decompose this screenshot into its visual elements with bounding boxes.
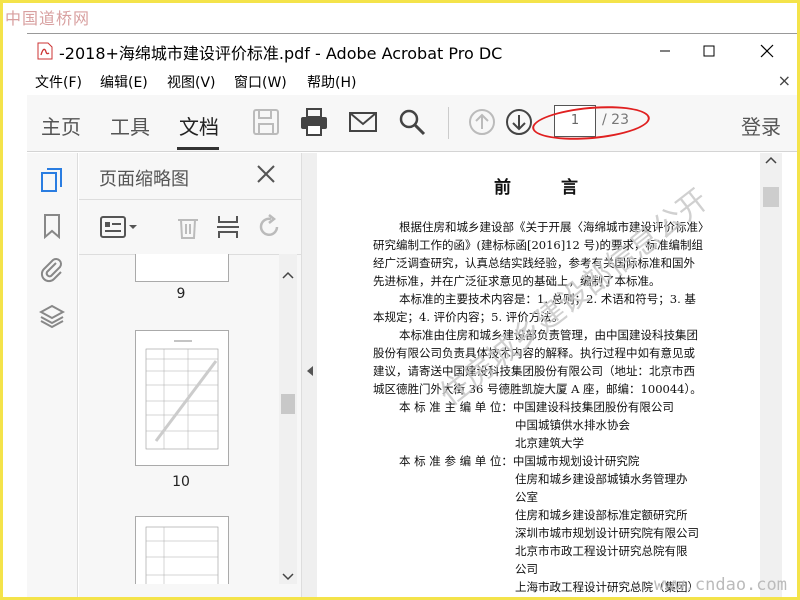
maximize-button[interactable] xyxy=(687,36,731,66)
thumbnail-list: 9 10 xyxy=(79,254,279,584)
menu-file[interactable]: 文件(F) xyxy=(35,72,82,92)
text-line: 住房和城乡建设部城镇水务管理办 xyxy=(515,472,688,486)
text-line: 本 标 准 主 编 单 位：中国建设科技集团股份有限公司 xyxy=(399,400,674,414)
text-line: 城区德胜门外大街 36 号德胜凯旋大厦 A 座，邮编：100044）。 xyxy=(373,382,702,396)
text-line: 先进标准，并在广泛征求意见的基础上，编制了本标准。 xyxy=(373,274,661,288)
text-line: 研究编制工作的函》(建标标函[2016]12 号)的要求，标准编制组 xyxy=(373,238,703,252)
page-thumbnail-10[interactable] xyxy=(135,330,229,466)
text-line: 根据住房和城乡建设部《关于开展〈海绵城市建设评价标准〉 xyxy=(399,220,710,234)
menu-view[interactable]: 视图(V) xyxy=(167,72,216,92)
document-view[interactable]: 前 言 根据住房和城乡建设部《关于开展〈海绵城市建设评价标准〉 研究编制工作的函… xyxy=(317,153,760,597)
attachments-icon[interactable] xyxy=(39,257,65,283)
text-line: 本规定；4. 评价内容；5. 评价方法。 xyxy=(373,310,564,324)
text-line: 北京建筑大学 xyxy=(515,436,584,450)
page-thumbnails-icon[interactable] xyxy=(39,167,65,193)
toolbar: 主页 工具 文档 1 / 23 登录 xyxy=(27,95,797,152)
scroll-up-icon[interactable] xyxy=(279,268,297,282)
rotate-page-icon[interactable] xyxy=(257,214,283,240)
insert-page-icon[interactable] xyxy=(215,214,241,240)
toolbar-divider xyxy=(448,107,449,139)
minimize-button[interactable] xyxy=(643,36,687,66)
text-line: 公司 xyxy=(515,562,538,576)
text-line: 住房和城乡建设部标准定额研究所 xyxy=(515,508,688,522)
bookmarks-icon[interactable] xyxy=(39,213,65,239)
tab-tools[interactable]: 工具 xyxy=(110,111,150,140)
panel-title: 页面缩略图 xyxy=(99,169,189,190)
close-window-button[interactable] xyxy=(745,36,789,66)
document-heading: 前 言 xyxy=(494,178,600,198)
active-tab-indicator xyxy=(177,147,219,150)
panel-toolbar xyxy=(79,199,301,255)
window-title: -2018+海绵城市建设评价标准.pdf - Adobe Acrobat Pro… xyxy=(59,44,503,63)
text-line: 建议，请寄送中国建设科技集团股份有限公司（地址：北京市西 xyxy=(373,364,695,378)
tab-document[interactable]: 文档 xyxy=(179,111,219,140)
previous-page-icon[interactable] xyxy=(467,107,497,137)
thumbnail-scroll-thumb[interactable] xyxy=(281,394,295,414)
email-icon[interactable] xyxy=(348,107,378,137)
site-watermark: 中国道桥网 xyxy=(5,9,91,28)
text-line: 本标准的主要技术内容是：1. 总则；2. 术语和符号；3. 基 xyxy=(399,292,696,306)
document-page: 前 言 根据住房和城乡建设部《关于开展〈海绵城市建设评价标准〉 研究编制工作的函… xyxy=(347,153,760,597)
thumbnail-content xyxy=(145,340,219,450)
panel-collapse-bar[interactable] xyxy=(301,153,318,597)
scroll-down-icon[interactable] xyxy=(279,570,297,584)
maximize-icon xyxy=(703,45,715,57)
text-line: 本标准由住房和城乡建设部负责管理，由中国建设科技集团 xyxy=(399,328,698,342)
navigation-rail xyxy=(27,153,78,597)
pdf-file-icon xyxy=(37,42,53,60)
page-thumbnail-9[interactable] xyxy=(135,254,229,282)
scroll-up-icon[interactable] xyxy=(760,153,782,167)
close-panel-icon[interactable] xyxy=(255,163,277,185)
menu-window[interactable]: 窗口(W) xyxy=(234,72,287,92)
text-line: 公室 xyxy=(515,490,538,504)
menu-close-document-button[interactable]: × xyxy=(778,71,791,90)
document-scrollbar[interactable] xyxy=(760,153,782,597)
login-button[interactable]: 登录 xyxy=(741,111,781,140)
thumbnails-panel: 页面缩略图 9 10 xyxy=(79,153,301,597)
text-line: 股份有限公司负责具体技术内容的解释。执行过程中如有意见或 xyxy=(373,346,695,360)
menu-edit[interactable]: 编辑(E) xyxy=(100,72,148,92)
print-icon[interactable] xyxy=(299,107,329,137)
page-total: / 23 xyxy=(602,112,629,128)
document-scroll-thumb[interactable] xyxy=(763,187,779,207)
thumbnail-scrollbar[interactable] xyxy=(279,254,297,584)
page-label-9: 9 xyxy=(176,286,186,302)
text-line: 中国城镇供水排水协会 xyxy=(515,418,630,432)
page-thumbnail-11[interactable] xyxy=(135,516,229,584)
tab-home[interactable]: 主页 xyxy=(41,111,81,140)
menu-bar: 文件(F) 编辑(E) 视图(V) 窗口(W) 帮助(H) × xyxy=(27,69,797,95)
text-line: 深圳市城市规划设计研究院有限公司 xyxy=(515,526,699,540)
thumbnail-options-icon[interactable] xyxy=(99,214,139,240)
page-label-10: 10 xyxy=(172,474,190,490)
close-icon xyxy=(760,44,774,58)
layers-icon[interactable] xyxy=(39,303,65,329)
menu-help[interactable]: 帮助(H) xyxy=(307,72,356,92)
text-line: 经广泛调查研究，认真总结实践经验，参考有关国际标准和国外 xyxy=(373,256,695,270)
next-page-icon[interactable] xyxy=(504,107,534,137)
minimize-icon xyxy=(660,50,670,52)
text-line: 本 标 准 参 编 单 位：中国城市规划设计研究院 xyxy=(399,454,640,468)
delete-page-icon[interactable] xyxy=(175,214,201,240)
screenshot-frame: 中国道桥网 -2018+海绵城市建设评价标准.pdf - Adobe Acrob… xyxy=(3,3,797,597)
collapse-arrow-icon[interactable] xyxy=(302,363,318,379)
save-icon[interactable] xyxy=(251,107,281,137)
page-number-input[interactable]: 1 xyxy=(554,105,596,137)
title-bar: -2018+海绵城市建设评价标准.pdf - Adobe Acrobat Pro… xyxy=(27,33,797,70)
thumbnail-content xyxy=(145,526,219,584)
text-line: 北京市市政工程设计研究总院有限 xyxy=(515,544,688,558)
search-icon[interactable] xyxy=(397,107,427,137)
site-url-watermark: www.cndao.com xyxy=(653,575,787,595)
